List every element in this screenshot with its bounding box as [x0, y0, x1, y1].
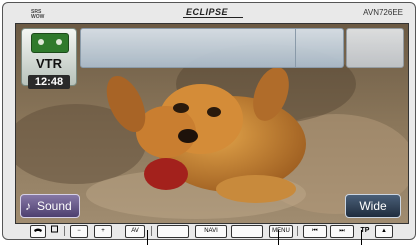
blank-button-1[interactable] — [157, 225, 189, 238]
hardware-button-row: − + AV NAVI MENU ⏮ ⏭ TP ▲ — [3, 224, 415, 238]
phone-icon — [34, 228, 42, 232]
separator — [64, 226, 65, 236]
corner-panel[interactable] — [346, 28, 404, 68]
wide-button[interactable]: Wide — [345, 194, 401, 218]
tape-icon — [31, 33, 69, 53]
sound-button-label: Sound — [37, 199, 72, 213]
top-strip: SRS WOW ECLIPSE AVN726EE — [3, 3, 415, 23]
prev-track-button[interactable]: ⏮ — [303, 225, 327, 238]
head-unit-frame: SRS WOW ECLIPSE AVN726EE VTR 12:48 ♪ Sou… — [2, 2, 416, 240]
display-screen: VTR 12:48 ♪ Sound Wide — [15, 23, 409, 224]
info-bar — [80, 28, 344, 68]
next-track-button[interactable]: ⏭ — [330, 225, 354, 238]
callout-line — [361, 230, 362, 245]
callout-line — [147, 230, 148, 245]
sound-button[interactable]: ♪ Sound — [20, 194, 80, 218]
model-number: AVN726EE — [363, 8, 403, 17]
eject-icon: ▲ — [381, 228, 387, 234]
info-bar-divider — [295, 29, 296, 67]
source-indicator[interactable]: VTR 12:48 — [21, 28, 77, 89]
srs-wow-logo: SRS WOW — [31, 9, 45, 20]
brand-underline — [183, 17, 243, 18]
callout-line — [278, 230, 279, 245]
separator — [151, 226, 152, 236]
eject-button[interactable]: ▲ — [375, 225, 393, 238]
volume-up-button[interactable]: + — [94, 225, 112, 238]
phone-button[interactable] — [30, 225, 46, 238]
square-button[interactable] — [50, 225, 58, 236]
volume-down-button[interactable]: − — [70, 225, 88, 238]
brand-logo: ECLIPSE — [186, 7, 229, 17]
navi-button[interactable]: NAVI — [195, 225, 227, 238]
square-icon — [50, 225, 58, 233]
blank-button-2[interactable] — [231, 225, 263, 238]
music-note-icon: ♪ — [25, 199, 31, 213]
av-button[interactable]: AV — [125, 225, 145, 238]
menu-button[interactable]: MENU — [269, 225, 293, 238]
clock: 12:48 — [28, 75, 70, 89]
source-label: VTR — [36, 56, 62, 71]
separator — [297, 226, 298, 236]
